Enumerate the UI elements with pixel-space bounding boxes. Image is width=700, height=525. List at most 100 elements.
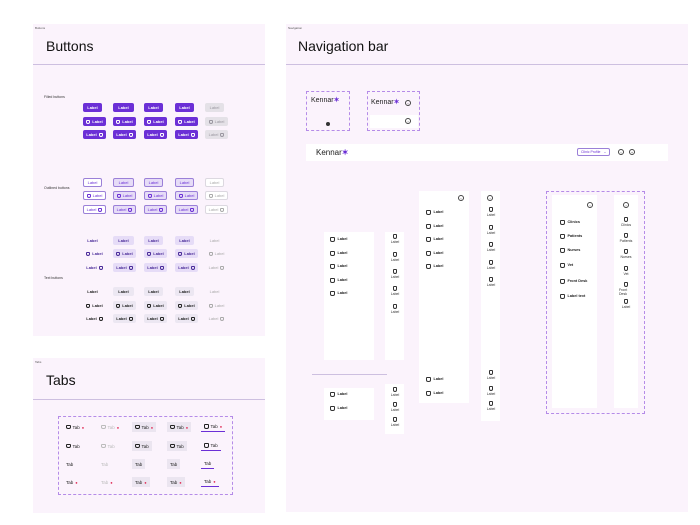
flat-button[interactable]: Label: [113, 301, 136, 310]
rail-item[interactable]: Label: [484, 386, 498, 396]
add-icon[interactable]: +: [629, 149, 635, 155]
outlined-button[interactable]: Label: [113, 205, 136, 214]
nav-item[interactable]: Label: [426, 224, 443, 229]
tab[interactable]: Tab ●: [63, 422, 87, 432]
outlined-button[interactable]: Label: [113, 191, 136, 200]
tab[interactable]: Tab: [201, 459, 215, 469]
collapse-icon[interactable]: ‹: [587, 202, 593, 208]
filled-button[interactable]: Label: [144, 130, 167, 139]
flat-button[interactable]: Label: [144, 314, 167, 323]
outlined-button[interactable]: Label: [144, 178, 163, 187]
nav-item[interactable]: Label: [426, 391, 443, 396]
tab[interactable]: Tab: [63, 459, 76, 469]
outlined-button[interactable]: Label: [144, 191, 167, 200]
outlined-button[interactable]: Label: [175, 205, 198, 214]
flat-button[interactable]: Label: [175, 301, 198, 310]
flat-button[interactable]: Label: [175, 287, 194, 296]
flat-button[interactable]: Label: [83, 287, 102, 296]
outlined-button[interactable]: Label: [83, 191, 106, 200]
drawer-item-clinics[interactable]: Clinics: [560, 220, 580, 225]
rail-item-nurses[interactable]: Nurses: [619, 249, 633, 259]
rail-item[interactable]: Label: [388, 402, 402, 412]
flat-button[interactable]: Label: [175, 314, 198, 323]
rail-item[interactable]: Label: [388, 387, 402, 397]
drawer-item-nurses[interactable]: Nurses: [560, 248, 580, 253]
nav-item[interactable]: Label: [426, 237, 443, 242]
tab[interactable]: Tab: [167, 459, 181, 469]
nav-item[interactable]: Label: [330, 278, 347, 283]
tab[interactable]: Tab ●: [63, 477, 81, 487]
collapse-icon[interactable]: ‹: [405, 100, 411, 106]
drawer-item-vet[interactable]: Vet: [560, 263, 573, 268]
outlined-button[interactable]: Label: [113, 178, 134, 187]
text-button[interactable]: Label: [144, 263, 167, 272]
outlined-button[interactable]: Label: [175, 178, 194, 187]
drawer-item-patients[interactable]: Patients: [560, 234, 582, 239]
flat-button[interactable]: Label: [113, 314, 136, 323]
outlined-button[interactable]: Label: [83, 178, 102, 187]
filled-button[interactable]: Label: [113, 117, 136, 126]
filled-button[interactable]: Label: [175, 117, 198, 126]
nav-item[interactable]: Label: [330, 406, 347, 411]
tab[interactable]: Tab ●: [132, 422, 157, 432]
rail-item[interactable]: Label: [484, 277, 498, 287]
tab[interactable]: Tab: [167, 441, 187, 451]
drawer-item-label-text[interactable]: Label text: [560, 294, 585, 299]
tab[interactable]: Tab: [201, 441, 221, 451]
flat-button[interactable]: Label: [83, 314, 106, 323]
expand-icon[interactable]: ›: [487, 195, 493, 201]
rail-item[interactable]: Label: [388, 269, 402, 279]
collapse-icon[interactable]: ‹: [458, 195, 464, 201]
rail-item[interactable]: Label: [484, 260, 498, 270]
rail-item[interactable]: Label: [484, 242, 498, 252]
filled-button[interactable]: Label: [175, 130, 198, 139]
filled-button[interactable]: Label: [175, 103, 194, 112]
rail-item[interactable]: Label: [484, 207, 498, 217]
text-button[interactable]: Label: [144, 236, 163, 245]
text-button[interactable]: Label: [144, 249, 167, 258]
flat-button[interactable]: Label: [144, 287, 163, 296]
nav-item[interactable]: Label: [330, 251, 347, 256]
filled-button[interactable]: Label: [83, 117, 106, 126]
text-button[interactable]: Label: [175, 236, 194, 245]
filled-button[interactable]: Label: [144, 103, 163, 112]
rail-item[interactable]: Label: [388, 417, 402, 427]
rail-item-patients[interactable]: Patients: [619, 233, 633, 243]
flat-button[interactable]: Label: [144, 301, 167, 310]
rail-item[interactable]: Label: [484, 225, 498, 235]
nav-item[interactable]: Label: [330, 237, 347, 242]
nav-item[interactable]: Label: [426, 377, 443, 382]
rail-item[interactable]: Label: [484, 401, 498, 411]
nav-item[interactable]: Label: [330, 291, 347, 296]
nav-item[interactable]: Label: [330, 392, 347, 397]
text-button[interactable]: Label: [83, 263, 106, 272]
text-button[interactable]: Label: [175, 263, 198, 272]
outlined-button[interactable]: Label: [144, 205, 167, 214]
text-button[interactable]: Label: [113, 249, 136, 258]
rail-item[interactable]: Label: [388, 252, 402, 262]
expand-icon[interactable]: ›: [405, 118, 411, 124]
filled-button[interactable]: Label: [113, 103, 134, 112]
text-button[interactable]: Label: [83, 249, 106, 258]
tab[interactable]: Tab: [63, 441, 83, 451]
outlined-button[interactable]: Label: [83, 205, 106, 214]
tab[interactable]: Tab ●: [132, 477, 150, 487]
nav-item[interactable]: Label: [426, 264, 443, 269]
rail-item-front-desk[interactable]: Front Desk: [619, 282, 633, 296]
rail-item-label[interactable]: Label: [619, 299, 633, 309]
rail-item[interactable]: Label: [484, 370, 498, 380]
text-button[interactable]: Label: [83, 236, 102, 245]
flat-button[interactable]: Label: [83, 301, 106, 310]
drawer-item-front-desk[interactable]: Front Desk: [560, 279, 587, 284]
nav-item[interactable]: Label: [426, 210, 443, 215]
nav-item[interactable]: Label: [426, 251, 443, 256]
tab[interactable]: Tab ●: [201, 477, 219, 487]
filled-button[interactable]: Label: [83, 130, 106, 139]
tab[interactable]: Tab: [132, 441, 152, 451]
filled-button[interactable]: Label: [144, 117, 167, 126]
text-button[interactable]: Label: [113, 263, 136, 272]
outlined-button[interactable]: Label: [175, 191, 198, 200]
rail-item[interactable]: Label: [388, 286, 402, 296]
flat-button[interactable]: Label: [113, 287, 134, 296]
clinic-profile-select[interactable]: Clinic Profile ⌄: [577, 148, 611, 156]
